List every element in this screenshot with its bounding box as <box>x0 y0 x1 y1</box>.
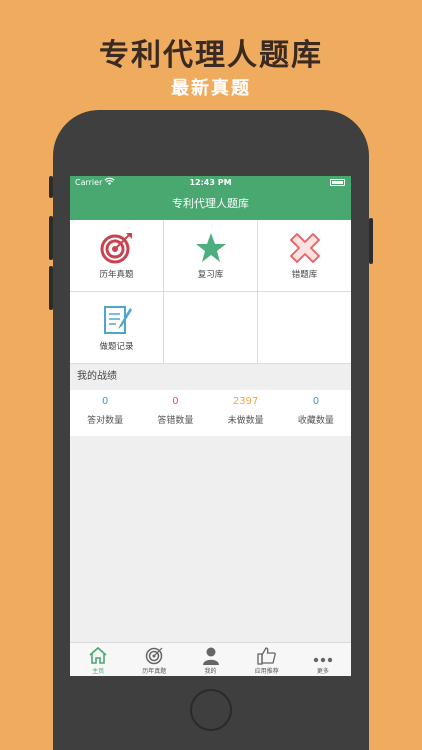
section-title: 我的战绩 <box>70 364 351 390</box>
phone-screen: Carrier 12:43 PM 专利代理人题库 历年真题 复习库 错题库 做题… <box>70 176 351 676</box>
stat-value: 0 <box>312 396 320 407</box>
grid-item-history[interactable]: 做题记录 <box>70 292 164 364</box>
target-icon <box>70 231 163 265</box>
promo-headline: 专利代理人题库 <box>99 38 323 73</box>
tab-bar: 主页 历年真题 我的 应用推荐 更多 <box>70 642 351 676</box>
volume-down-button <box>49 266 53 310</box>
tab-mine[interactable]: 我的 <box>182 643 238 676</box>
stat-favorites[interactable]: 0 收藏数量 <box>281 390 351 436</box>
tab-label: 我的 <box>204 668 217 675</box>
tab-label: 更多 <box>316 668 329 675</box>
tab-recommended-apps[interactable]: 应用推荐 <box>239 643 295 676</box>
tab-label: 应用推荐 <box>254 668 279 675</box>
nav-title: 专利代理人题库 <box>70 190 351 220</box>
tab-home[interactable]: 主页 <box>70 643 126 676</box>
stat-label: 未做数量 <box>227 416 264 426</box>
grid-empty-cell <box>258 292 351 364</box>
more-icon <box>295 643 351 665</box>
status-bar: Carrier 12:43 PM <box>70 176 351 190</box>
grid-item-wrong-questions[interactable]: 错题库 <box>258 220 351 292</box>
stat-label: 收藏数量 <box>297 416 334 426</box>
stat-value: 0 <box>172 396 179 407</box>
stats-row: 0 答对数量 0 答错数量 2397 未做数量 0 收藏数量 <box>70 390 351 436</box>
target-icon <box>126 643 182 665</box>
tab-past-exams[interactable]: 历年真题 <box>126 643 182 676</box>
cross-icon <box>258 231 351 265</box>
grid-item-label: 错题库 <box>291 270 318 280</box>
tab-more[interactable]: 更多 <box>295 643 351 676</box>
mute-switch <box>49 176 53 198</box>
grid-item-label: 复习库 <box>197 270 224 280</box>
battery-icon <box>330 179 345 186</box>
promo-subline: 最新真题 <box>171 78 251 99</box>
user-icon <box>182 643 238 665</box>
tab-label: 历年真题 <box>142 668 167 675</box>
star-icon <box>164 231 257 265</box>
stat-wrong[interactable]: 0 答错数量 <box>140 390 210 436</box>
stat-correct[interactable]: 0 答对数量 <box>70 390 140 436</box>
feature-grid: 历年真题 复习库 错题库 做题记录 <box>70 220 351 364</box>
grid-empty-cell <box>164 292 258 364</box>
grid-item-past-exams[interactable]: 历年真题 <box>70 220 164 292</box>
stat-label: 答对数量 <box>87 416 124 426</box>
thumbs-up-icon <box>239 643 295 665</box>
stat-value: 2397 <box>232 396 259 407</box>
grid-item-label: 做题记录 <box>99 342 134 352</box>
stat-label: 答错数量 <box>157 416 194 426</box>
volume-up-button <box>49 216 53 260</box>
power-button <box>369 218 373 264</box>
grid-item-label: 历年真题 <box>99 270 134 280</box>
stat-value: 0 <box>101 396 109 407</box>
notepad-icon <box>70 303 163 337</box>
home-button <box>190 689 232 731</box>
tab-label: 主页 <box>92 668 105 675</box>
status-time: 12:43 PM <box>189 178 232 187</box>
grid-item-review[interactable]: 复习库 <box>164 220 258 292</box>
home-icon <box>70 643 126 665</box>
stat-undone[interactable]: 2397 未做数量 <box>211 390 281 436</box>
